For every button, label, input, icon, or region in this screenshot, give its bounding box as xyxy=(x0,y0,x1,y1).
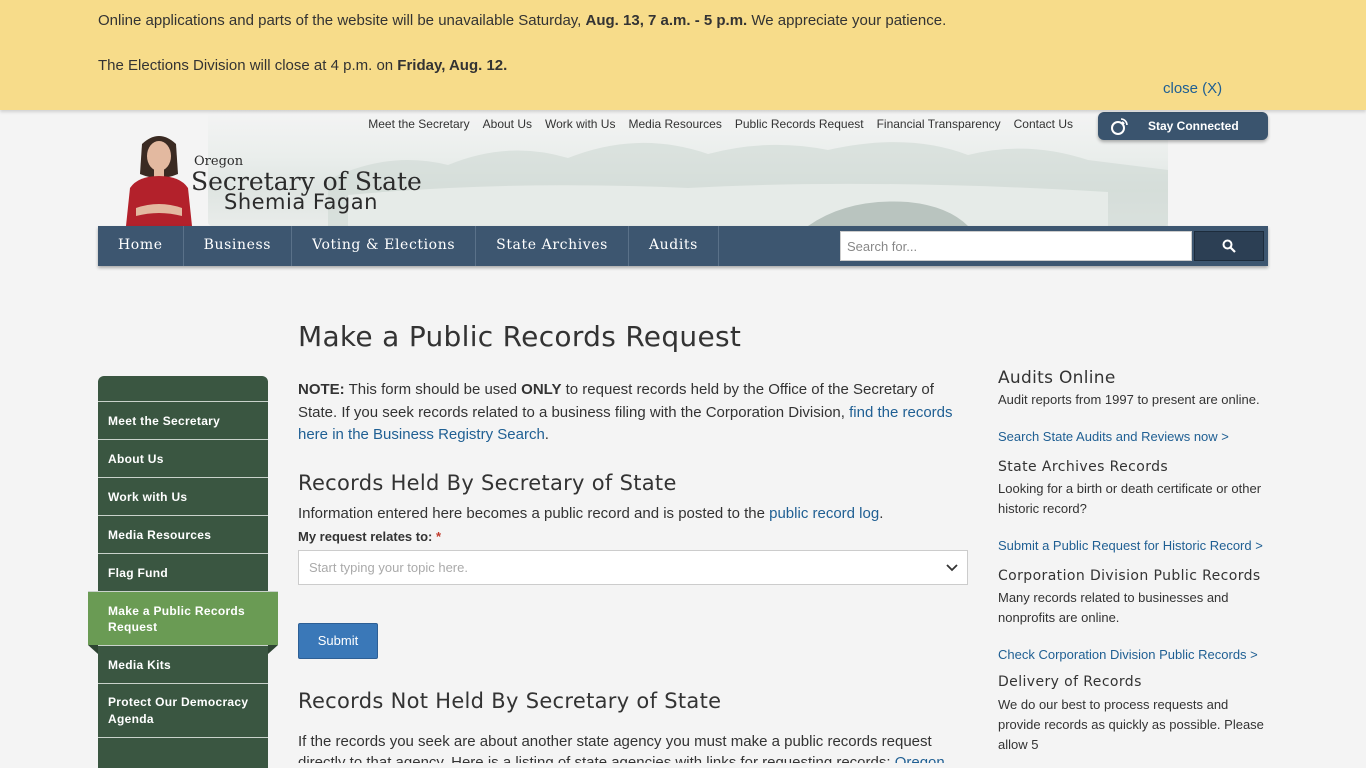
right-sidebar: Audits Online Audit reports from 1997 to… xyxy=(998,368,1270,755)
sidebar-footer xyxy=(98,737,268,768)
corporation-records-text: Many records related to businesses and n… xyxy=(998,590,1229,625)
corporation-records-link[interactable]: Check Corporation Division Public Record… xyxy=(998,647,1270,662)
sidebar-item-meet-the-secretary[interactable]: Meet the Secretary xyxy=(98,401,268,439)
site-logo[interactable]: Oregon Secretary of State Shemia Fagan xyxy=(191,154,422,214)
request-topic-label: My request relates to: * xyxy=(298,528,442,544)
search-input[interactable] xyxy=(840,231,1192,261)
historic-record-link[interactable]: Submit a Public Request for Historic Rec… xyxy=(998,538,1270,553)
records-not-held-paragraph: If the records you seek are about anothe… xyxy=(298,731,970,763)
state-archives-title: State Archives Records xyxy=(998,459,1169,475)
utility-link-media-resources[interactable]: Media Resources xyxy=(628,117,721,131)
sidebar-item-media-kits[interactable]: Media Kits xyxy=(98,645,268,683)
audits-online-title: Audits Online xyxy=(998,368,1116,388)
section-records-not-held-title: Records Not Held By Secretary of State xyxy=(298,688,722,713)
nav-item-voting-elections[interactable]: Voting & Elections xyxy=(292,226,477,266)
required-marker: * xyxy=(436,528,442,544)
chevron-down-icon xyxy=(946,563,958,571)
search-icon xyxy=(1222,239,1236,253)
delivery-records-title: Delivery of Records xyxy=(998,674,1142,690)
section-records-held-title: Records Held By Secretary of State xyxy=(298,470,677,495)
public-record-info: Information entered here becomes a publi… xyxy=(298,504,884,522)
sidebar-item-make-a-public-records-request[interactable]: Make a Public Records Request xyxy=(88,591,278,654)
page-title: Make a Public Records Request xyxy=(298,320,742,353)
sidebar-header xyxy=(98,376,268,401)
main-nav: Home Business Voting & Elections State A… xyxy=(98,226,1268,266)
site-header: Meet the Secretary About Us Work with Us… xyxy=(98,110,1268,226)
sidebar-item-about-us[interactable]: About Us xyxy=(98,439,268,477)
audits-online-text: Audit reports from 1997 to present are o… xyxy=(998,392,1260,407)
utility-nav: Meet the Secretary About Us Work with Us… xyxy=(368,117,1073,131)
alert-line-2: The Elections Division will close at 4 p… xyxy=(98,57,508,74)
stay-connected-label: Stay Connected xyxy=(1148,119,1239,133)
sidebar-nav: Meet the Secretary About Us Work with Us… xyxy=(88,376,278,768)
search-audits-link[interactable]: Search State Audits and Reviews now > xyxy=(998,429,1270,444)
alert-line-1: Online applications and parts of the web… xyxy=(98,12,947,29)
site-search xyxy=(840,231,1264,261)
satellite-dish-icon xyxy=(1111,118,1128,135)
submit-button[interactable]: Submit xyxy=(298,622,378,659)
sidebar-item-flag-fund[interactable]: Flag Fund xyxy=(98,553,268,591)
nav-item-audits[interactable]: Audits xyxy=(629,226,719,266)
request-topic-placeholder: Start typing your topic here. xyxy=(309,559,468,575)
utility-link-work-with-us[interactable]: Work with Us xyxy=(545,117,615,131)
close-alert-link[interactable]: close (X) xyxy=(1163,80,1222,97)
delivery-records-text: We do our best to process requests and p… xyxy=(998,697,1264,752)
request-topic-select[interactable]: Start typing your topic here. xyxy=(298,549,968,585)
utility-link-about-us[interactable]: About Us xyxy=(483,117,532,131)
stay-connected-button[interactable]: Stay Connected xyxy=(1098,112,1268,140)
state-archives-text: Looking for a birth or death certificate… xyxy=(998,481,1262,516)
secretary-portrait xyxy=(126,136,192,226)
corporation-records-title: Corporation Division Public Records xyxy=(998,568,1261,584)
main-content: Make a Public Records Request NOTE: This… xyxy=(298,320,970,763)
sidebar-item-media-resources[interactable]: Media Resources xyxy=(98,515,268,553)
utility-link-contact-us[interactable]: Contact Us xyxy=(1014,117,1073,131)
oregon-agencies-link[interactable]: Oregon xyxy=(895,754,945,763)
utility-link-public-records-request[interactable]: Public Records Request xyxy=(735,117,864,131)
search-button[interactable] xyxy=(1194,231,1264,261)
note-paragraph: NOTE: This form should be used ONLY to r… xyxy=(298,381,953,443)
nav-item-business[interactable]: Business xyxy=(184,226,293,266)
utility-link-financial-transparency[interactable]: Financial Transparency xyxy=(877,117,1001,131)
sidebar-item-protect-our-democracy-agenda[interactable]: Protect Our Democracy Agenda xyxy=(98,683,268,737)
sidebar-item-work-with-us[interactable]: Work with Us xyxy=(98,477,268,515)
utility-link-meet-the-secretary[interactable]: Meet the Secretary xyxy=(368,117,469,131)
nav-item-home[interactable]: Home xyxy=(98,226,184,266)
nav-item-state-archives[interactable]: State Archives xyxy=(476,226,629,266)
alert-banner: Online applications and parts of the web… xyxy=(0,0,1366,110)
public-record-log-link[interactable]: public record log xyxy=(769,505,879,522)
